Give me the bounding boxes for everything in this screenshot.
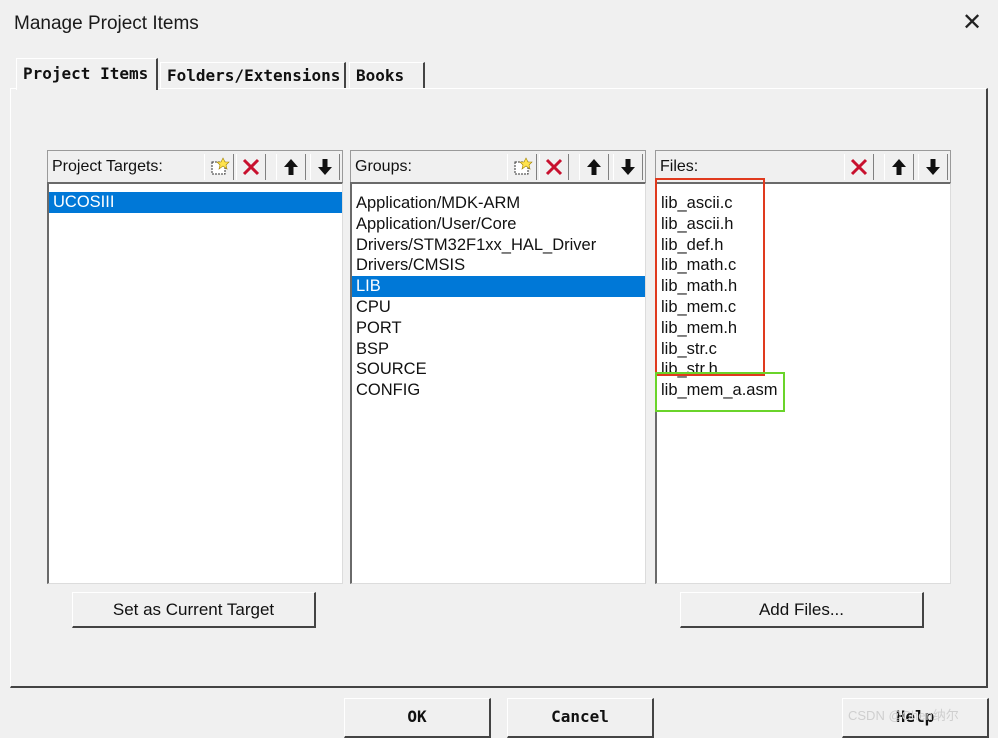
- group-item[interactable]: PORT: [352, 318, 645, 339]
- move-target-up-button[interactable]: [276, 154, 306, 180]
- targets-list[interactable]: UCOSIII: [47, 182, 343, 584]
- add-files-button[interactable]: Add Files...: [680, 592, 924, 628]
- window-title: Manage Project Items: [14, 13, 199, 34]
- move-down-icon: [621, 159, 635, 175]
- groups-header: Groups:: [350, 150, 646, 182]
- groups-list[interactable]: Application/MDK-ARM Application/User/Cor…: [350, 182, 646, 584]
- group-item[interactable]: BSP: [352, 339, 645, 360]
- target-item[interactable]: UCOSIII: [49, 192, 342, 213]
- set-as-current-target-button[interactable]: Set as Current Target: [72, 592, 316, 628]
- title-bar: Manage Project Items ✕: [0, 0, 998, 48]
- close-icon[interactable]: ✕: [958, 8, 986, 38]
- delete-icon: [850, 158, 868, 176]
- group-item[interactable]: Drivers/STM32F1xx_HAL_Driver: [352, 235, 645, 256]
- group-item[interactable]: LIB: [352, 276, 645, 297]
- groups-header-label: Groups:: [355, 158, 412, 175]
- tab-label: Project Items: [23, 64, 149, 83]
- group-item[interactable]: SOURCE: [352, 359, 645, 380]
- group-item[interactable]: Drivers/CMSIS: [352, 255, 645, 276]
- new-target-button[interactable]: [204, 154, 234, 180]
- tab-books[interactable]: Books: [349, 62, 425, 88]
- group-item[interactable]: CONFIG: [352, 380, 645, 401]
- move-up-icon: [284, 159, 298, 175]
- delete-group-button[interactable]: [539, 154, 569, 180]
- move-group-up-button[interactable]: [579, 154, 609, 180]
- tab-label: Folders/Extensions: [167, 66, 341, 85]
- delete-icon: [545, 158, 563, 176]
- group-item[interactable]: Application/User/Core: [352, 214, 645, 235]
- move-down-icon: [926, 159, 940, 175]
- watermark: CSDN @Chen纳尔: [848, 708, 959, 723]
- ok-button[interactable]: OK: [344, 698, 491, 738]
- delete-icon: [242, 158, 260, 176]
- move-file-down-button[interactable]: [918, 154, 948, 180]
- move-down-icon: [318, 159, 332, 175]
- move-up-icon: [892, 159, 906, 175]
- move-target-down-button[interactable]: [310, 154, 340, 180]
- group-item[interactable]: CPU: [352, 297, 645, 318]
- new-icon: [514, 157, 533, 175]
- delete-target-button[interactable]: [236, 154, 266, 180]
- green-highlight-box: [655, 372, 785, 412]
- move-group-down-button[interactable]: [613, 154, 643, 180]
- tab-folders-extensions[interactable]: Folders/Extensions: [160, 62, 346, 88]
- files-header-label: Files:: [660, 158, 699, 175]
- tab-label: Books: [356, 66, 405, 85]
- delete-file-button[interactable]: [844, 154, 874, 180]
- targets-header-label: Project Targets:: [52, 158, 163, 175]
- tab-project-items[interactable]: Project Items: [16, 58, 158, 90]
- move-up-icon: [587, 159, 601, 175]
- cancel-button[interactable]: Cancel: [507, 698, 654, 738]
- group-item[interactable]: Application/MDK-ARM: [352, 193, 645, 214]
- targets-header: Project Targets:: [47, 150, 343, 182]
- red-highlight-box: [655, 178, 765, 376]
- new-group-button[interactable]: [507, 154, 537, 180]
- new-icon: [211, 157, 230, 175]
- move-file-up-button[interactable]: [884, 154, 914, 180]
